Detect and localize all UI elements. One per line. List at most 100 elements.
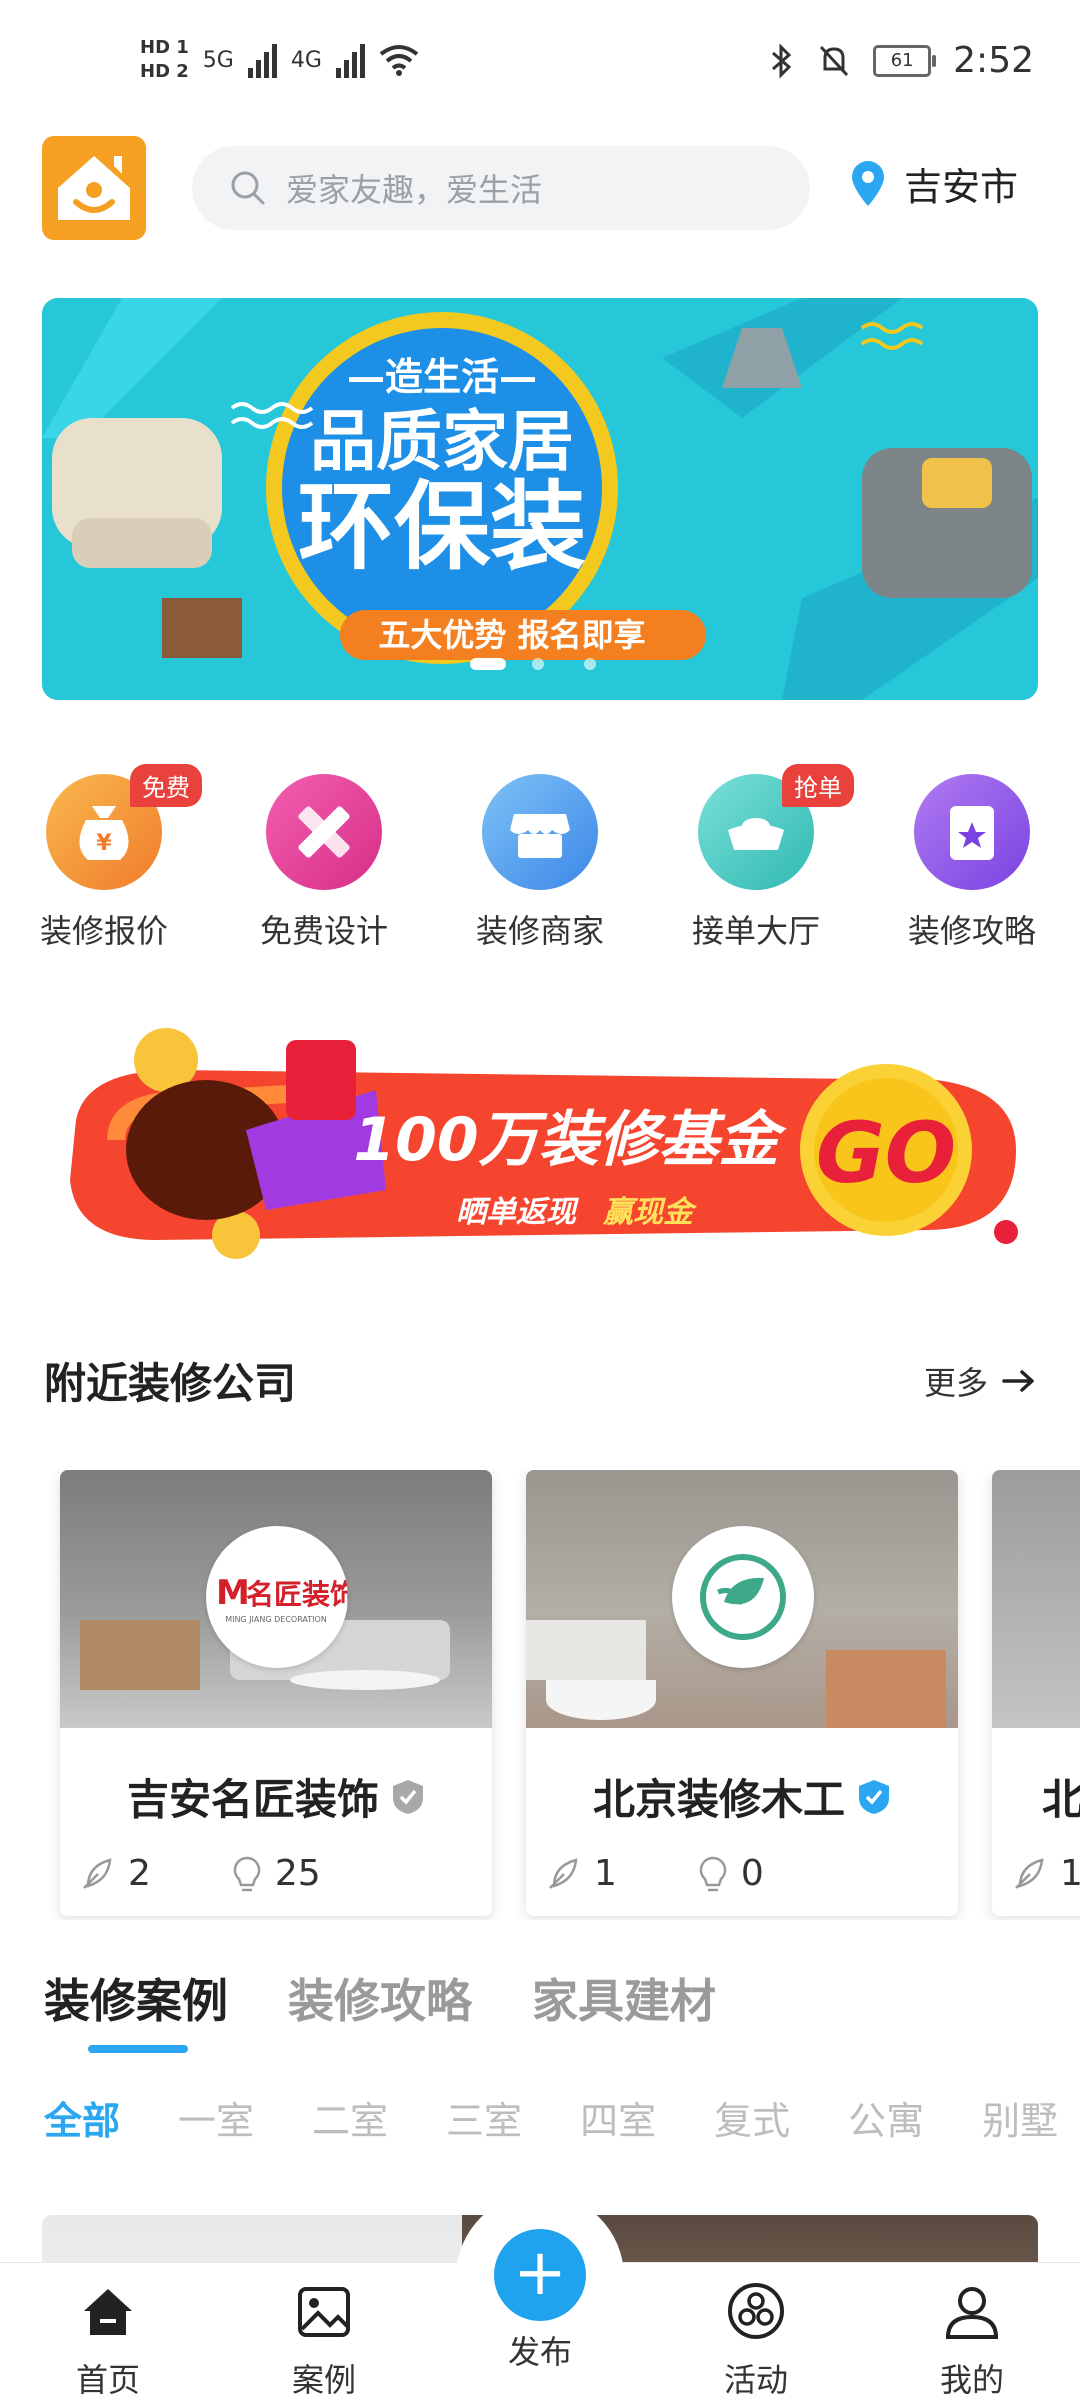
money-bag-icon: ¥ 免费 [46, 764, 202, 890]
nav-home[interactable]: 首页 [28, 2281, 188, 2401]
tab-cases[interactable]: 装修案例 [44, 1965, 228, 2053]
signal-icon [247, 42, 277, 78]
company-card[interactable]: 北京装修木工 1 0 [526, 1470, 958, 1916]
network-4g-label: 4G [290, 47, 322, 73]
company-cover-image [526, 1470, 958, 1728]
nav-publish[interactable]: 发布 [460, 2327, 620, 2373]
banner-line2: 品质家居 [310, 403, 574, 480]
ideas-count: 25 [274, 1853, 321, 1894]
status-right: 61 2:52 [769, 40, 1034, 81]
location-selector[interactable]: 吉安市 [850, 156, 1018, 211]
quick-action-label: 装修报价 [39, 912, 168, 950]
tab-materials[interactable]: 家具建材 [532, 1965, 716, 2031]
feather-icon [549, 1857, 578, 1889]
nav-publish-label: 发布 [507, 2333, 572, 2371]
nearby-section-header: 附近装修公司 更多 [44, 1350, 1036, 1430]
quick-action-label: 装修攻略 [907, 912, 1036, 950]
location-label: 吉安市 [904, 165, 1019, 209]
search-bar[interactable]: 爱家友趣，爱生活 [192, 146, 810, 230]
tab-guides[interactable]: 装修攻略 [288, 1965, 472, 2031]
promo-banner[interactable]: GO 100万装修基金 晒单返现 赢现金 [56, 1010, 1036, 1280]
quick-action-label: 免费设计 [259, 912, 388, 950]
quick-action-label: 接单大厅 [691, 912, 820, 950]
company-carousel[interactable]: M 名匠装饰 MING JIANG DECORATION 吉安名匠装饰 2 25 [0, 1470, 1080, 1920]
network-5g-label: 5G [202, 47, 234, 73]
profile-icon [945, 2287, 999, 2339]
company-logo: M 名匠装饰 MING JIANG DECORATION [206, 1526, 348, 1668]
store-icon [482, 774, 598, 890]
wifi-icon [379, 45, 419, 76]
quick-action-design[interactable]: 免费设计 [224, 760, 424, 952]
likes-count: 1 [1060, 1853, 1080, 1894]
promo-graphic: GO 100万装修基金 晒单返现 赢现金 [70, 1028, 1018, 1259]
more-label: 更多 [923, 1364, 988, 1402]
search-placeholder: 爱家友趣，爱生活 [286, 171, 543, 209]
banner-line1: —造生活— [347, 355, 537, 399]
filter-all[interactable]: 全部 [44, 2090, 120, 2150]
verified-shield-icon [393, 1779, 423, 1814]
company-name: 北京装修木工 [592, 1775, 845, 1824]
bluetooth-icon [772, 42, 792, 79]
quick-action-orders[interactable]: 抢单 接单大厅 [656, 760, 856, 952]
status-left: HD 1 HD 2 5G 4G [140, 36, 419, 84]
promo-title: 100万装修基金 [353, 1105, 787, 1175]
filter-2room[interactable]: 二室 [312, 2090, 388, 2150]
hd-indicator: HD 1 HD 2 [140, 36, 189, 84]
hero-banner[interactable]: —造生活— 品质家居 环保装 五大优势 报名即享 [42, 298, 1038, 700]
nav-activity-label: 活动 [723, 2361, 788, 2399]
ideas-stat: 0 [697, 1853, 764, 1894]
top-bar: 爱家友趣，爱生活 吉安市 [0, 130, 1080, 270]
likes-count: 1 [594, 1853, 617, 1894]
nav-cases[interactable]: 案例 [244, 2281, 404, 2401]
filter-villa[interactable]: 别墅 [982, 2090, 1058, 2150]
arrow-right-icon [1002, 1370, 1034, 1392]
star-book-icon [914, 774, 1030, 890]
quick-action-guides[interactable]: 装修攻略 [872, 760, 1072, 952]
app-logo[interactable] [42, 136, 146, 240]
carousel-dot [532, 658, 544, 670]
activity-icon [728, 2283, 784, 2339]
quick-action-merchants[interactable]: 装修商家 [440, 760, 640, 952]
hd1-label: HD 1 [140, 37, 189, 58]
filter-4room[interactable]: 四室 [580, 2090, 656, 2150]
nav-activity[interactable]: 活动 [676, 2281, 836, 2401]
svg-text:¥: ¥ [96, 831, 112, 856]
company-cover-image: M 名匠装饰 MING JIANG DECORATION [60, 1470, 492, 1728]
lightbulb-icon [233, 1856, 261, 1891]
home-icon [84, 2289, 132, 2335]
company-name: 吉安名匠装饰 [126, 1775, 379, 1824]
nav-home-label: 首页 [75, 2361, 140, 2399]
nav-cases-label: 案例 [291, 2361, 356, 2399]
quick-actions: ¥ 免费 装修报价 免费设计 装修商家 抢单 接单大厅 装修攻略 [0, 760, 1080, 960]
content-tabs: 装修案例 装修攻略 家具建材 [44, 1965, 1044, 2055]
verified-shield-icon [859, 1779, 889, 1814]
promo-subtitle-b: 赢现金 [602, 1195, 698, 1230]
clock: 2:52 [953, 40, 1034, 81]
filter-apartment[interactable]: 公寓 [848, 2090, 924, 2150]
plus-icon: + [494, 2229, 586, 2321]
nearby-title: 附近装修公司 [44, 1359, 297, 1408]
feather-icon [83, 1857, 112, 1889]
filter-duplex[interactable]: 复式 [714, 2090, 790, 2150]
ruler-pencil-icon [266, 774, 382, 890]
company-logo [672, 1526, 814, 1668]
company-card[interactable]: M 名匠装饰 MING JIANG DECORATION 吉安名匠装饰 2 25 [60, 1470, 492, 1916]
logo-text: 名匠装饰 [246, 1578, 348, 1611]
quick-action-quote[interactable]: ¥ 免费 装修报价 [4, 760, 204, 952]
ideas-count: 0 [740, 1853, 764, 1894]
more-link[interactable]: 更多 [924, 1358, 1036, 1404]
likes-count: 2 [128, 1853, 151, 1894]
company-card[interactable]: 北 1 [992, 1470, 1080, 1916]
ideas-stat: 25 [231, 1853, 321, 1894]
filter-3room[interactable]: 三室 [446, 2090, 522, 2150]
quote-badge: 免费 [130, 764, 202, 807]
search-icon [231, 171, 265, 205]
mute-bell-icon [820, 45, 849, 76]
ingot-icon: 抢单 [698, 764, 854, 890]
location-pin-icon [852, 160, 884, 206]
filter-1room[interactable]: 一室 [178, 2090, 254, 2150]
room-filters: 全部 一室 二室 三室 四室 复式 公寓 别墅 [44, 2090, 1080, 2150]
banner-line3: 环保装 [298, 471, 586, 583]
nav-profile[interactable]: 我的 [892, 2281, 1052, 2401]
battery-level: 61 [890, 49, 914, 71]
